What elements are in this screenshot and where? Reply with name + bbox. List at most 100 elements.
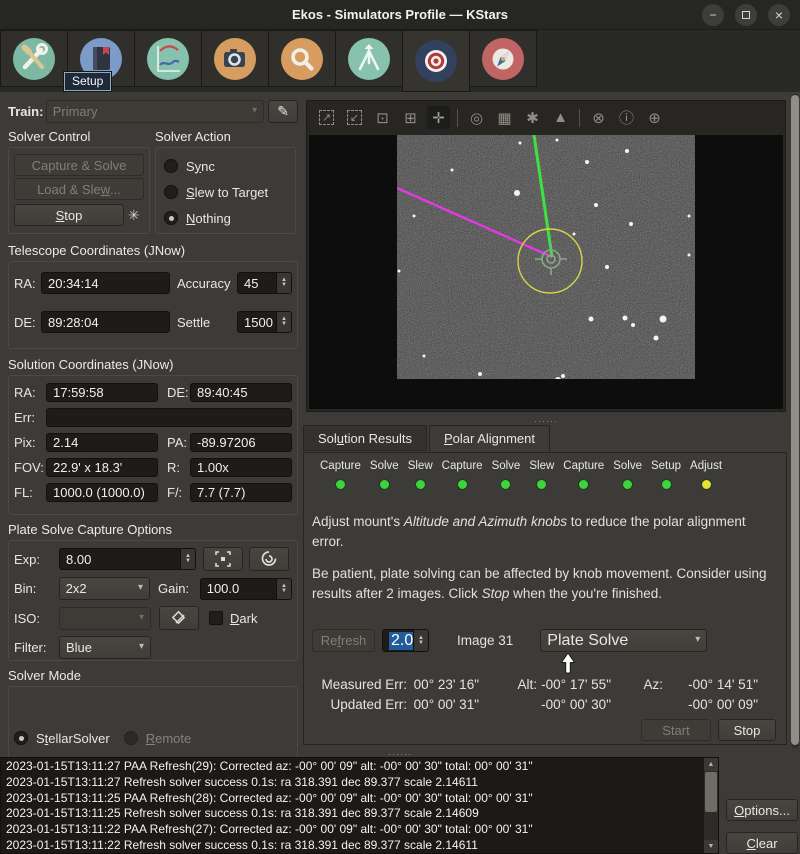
- refresh-button[interactable]: Refresh: [312, 629, 375, 652]
- clear-button[interactable]: Clear: [726, 832, 798, 854]
- pan-icon[interactable]: ✛: [427, 106, 450, 129]
- step-status-dot: [335, 479, 346, 490]
- maximize-button[interactable]: [735, 4, 757, 26]
- scroll-down-icon[interactable]: ▼: [704, 840, 718, 853]
- main-vertical-scrollbar[interactable]: [791, 94, 799, 748]
- fits-viewer: ↗↙⊡⊞✛ ◎▦✱▲ ⊗ⓘ⊕: [306, 100, 786, 412]
- stop-button[interactable]: Stop: [14, 204, 124, 226]
- detected-stars-icon[interactable]: ✱: [521, 106, 544, 129]
- center-telescope-icon[interactable]: ⊕: [643, 106, 666, 129]
- grid-overlay-icon[interactable]: ▦: [493, 106, 516, 129]
- capture-tab[interactable]: [201, 30, 269, 87]
- log-line: 2023-01-15T13:11:27 Refresh solver succe…: [6, 775, 702, 791]
- guide-tab[interactable]: [469, 30, 537, 87]
- titlebar[interactable]: Ekos - Simulators Profile — KStars − ×: [0, 0, 800, 30]
- pixel-scale-icon[interactable]: ▲: [549, 106, 572, 129]
- fits-header-icon[interactable]: ⓘ: [615, 106, 638, 129]
- start-button[interactable]: Start: [641, 719, 711, 741]
- alt-label: Alt:: [479, 677, 537, 692]
- ekos-module-toolbar: [0, 30, 800, 92]
- ra-label: RA:: [14, 276, 41, 291]
- refresh-algorithm-select[interactable]: Plate Solve: [540, 629, 707, 652]
- telescope-coords-title: Telescope Coordinates (JNow): [8, 243, 298, 258]
- solver-action-sync[interactable]: Sync: [164, 153, 273, 179]
- radio-icon[interactable]: [14, 731, 28, 745]
- mount-tab[interactable]: [335, 30, 403, 87]
- settle-spinbox[interactable]: 1500 ▲▼: [237, 311, 292, 333]
- polar-stop-button[interactable]: Stop: [718, 719, 776, 741]
- options-button[interactable]: Options...: [726, 799, 798, 821]
- telescope-de-field[interactable]: 89:28:04: [41, 311, 170, 333]
- polar-start-stop: Start Stop: [641, 719, 776, 741]
- solver-mode-remote[interactable]: Remote: [124, 725, 192, 751]
- step-status-dot: [701, 479, 712, 490]
- log-scrollbar[interactable]: ▲ ▼: [704, 758, 718, 853]
- close-button[interactable]: ×: [768, 4, 790, 26]
- sol-de-label: DE:: [158, 385, 190, 400]
- zoom-in-icon[interactable]: ↗: [315, 106, 338, 129]
- fits-viewer-canvas[interactable]: [309, 135, 783, 409]
- step-status-dot: [578, 479, 589, 490]
- up-arrow-cursor-icon: [561, 653, 575, 674]
- analyze-tab[interactable]: [134, 30, 202, 87]
- solution-pix-field: 2.14: [46, 433, 158, 452]
- refresh-rate-spinbox[interactable]: 2.0 ▲▼: [382, 629, 429, 652]
- focus-tab[interactable]: [268, 30, 336, 87]
- filter-select[interactable]: Blue: [59, 636, 151, 659]
- tab-solution-results[interactable]: Solution Results: [303, 425, 427, 451]
- solution-coords-title: Solution Coordinates (JNow): [8, 357, 298, 372]
- viewer-splitter-handle[interactable]: ······: [302, 418, 790, 425]
- solution-pa-field: -89.97206: [190, 433, 292, 452]
- edit-train-button[interactable]: ✎: [268, 100, 298, 123]
- deep-sky-object-button[interactable]: [249, 547, 289, 571]
- settle-label: Settle: [177, 315, 237, 330]
- fits-viewer-toolbar: ↗↙⊡⊞✛ ◎▦✱▲ ⊗ⓘ⊕: [307, 101, 785, 134]
- align-result-tabs: Solution Results Polar Alignment: [303, 425, 552, 452]
- polar-error-readouts: Measured Err: 00° 23' 16" Alt: -00° 17' …: [312, 677, 770, 712]
- iso-select[interactable]: [59, 607, 151, 630]
- solver-mode-stellarsolver[interactable]: StellarSolver: [14, 725, 110, 751]
- radio-icon[interactable]: [164, 185, 178, 199]
- zoom-default-icon[interactable]: ⊡: [371, 106, 394, 129]
- telescope-coords-group: RA: 20:34:14 Accuracy 45 ▲▼ DE: 89:28:04…: [8, 261, 298, 349]
- step-capture: Capture: [442, 460, 483, 490]
- radio-icon[interactable]: [164, 159, 178, 173]
- radio-icon[interactable]: [164, 211, 178, 225]
- capture-solve-button[interactable]: Capture & Solve: [14, 154, 144, 176]
- exp-label: Exp:: [14, 552, 59, 567]
- solution-de-field: 89:40:45: [190, 383, 292, 402]
- unmark-stars-icon[interactable]: ⊗: [587, 106, 610, 129]
- scroll-up-icon[interactable]: ▲: [704, 758, 718, 771]
- zoom-out-icon[interactable]: ↙: [343, 106, 366, 129]
- solver-action-slewtotarget[interactable]: Slew to Target: [164, 179, 273, 205]
- crosshair-overlay-icon[interactable]: ◎: [465, 106, 488, 129]
- align-tab[interactable]: [402, 30, 470, 92]
- pa-label: PA:: [158, 435, 190, 450]
- solver-action-nothing[interactable]: Nothing: [164, 205, 273, 231]
- binning-select[interactable]: 2x2: [59, 577, 150, 600]
- zoom-fit-icon[interactable]: ⊞: [399, 106, 422, 129]
- telescope-ra-field[interactable]: 20:34:14: [41, 272, 170, 294]
- solution-r-field: 1.00x: [190, 458, 292, 477]
- dark-checkbox[interactable]: [209, 611, 223, 625]
- exposure-spinbox[interactable]: 8.00 ▲▼: [59, 548, 196, 570]
- accuracy-spinbox[interactable]: 45 ▲▼: [237, 272, 292, 294]
- alt-value: -00° 17' 55": [537, 677, 611, 692]
- step-status-dot: [457, 479, 468, 490]
- load-slew-button[interactable]: Load & Slew...: [14, 178, 144, 200]
- solver-action-group: SyncSlew to TargetNothing: [155, 147, 296, 234]
- solution-fnum-field: 7.7 (7.7): [190, 483, 292, 502]
- step-status-dot: [379, 479, 390, 490]
- polar-alignment-steps: CaptureSolveSlewCaptureSolveSlewCaptureS…: [320, 460, 722, 490]
- step-slew: Slew: [408, 460, 433, 490]
- filter-manager-button[interactable]: [159, 606, 199, 630]
- gain-spinbox[interactable]: 100.0 ▲▼: [200, 578, 292, 600]
- log-view[interactable]: 2023-01-15T13:11:27 PAA Refresh(29): Cor…: [0, 757, 719, 854]
- train-select[interactable]: Primary: [46, 100, 264, 123]
- setup-tab[interactable]: [0, 30, 68, 87]
- tab-polar-alignment[interactable]: Polar Alignment: [429, 425, 550, 452]
- capture-frame-button[interactable]: [203, 547, 243, 571]
- minimize-button[interactable]: −: [702, 4, 724, 26]
- fov-label: FOV:: [14, 460, 46, 475]
- radio-icon[interactable]: [124, 731, 138, 745]
